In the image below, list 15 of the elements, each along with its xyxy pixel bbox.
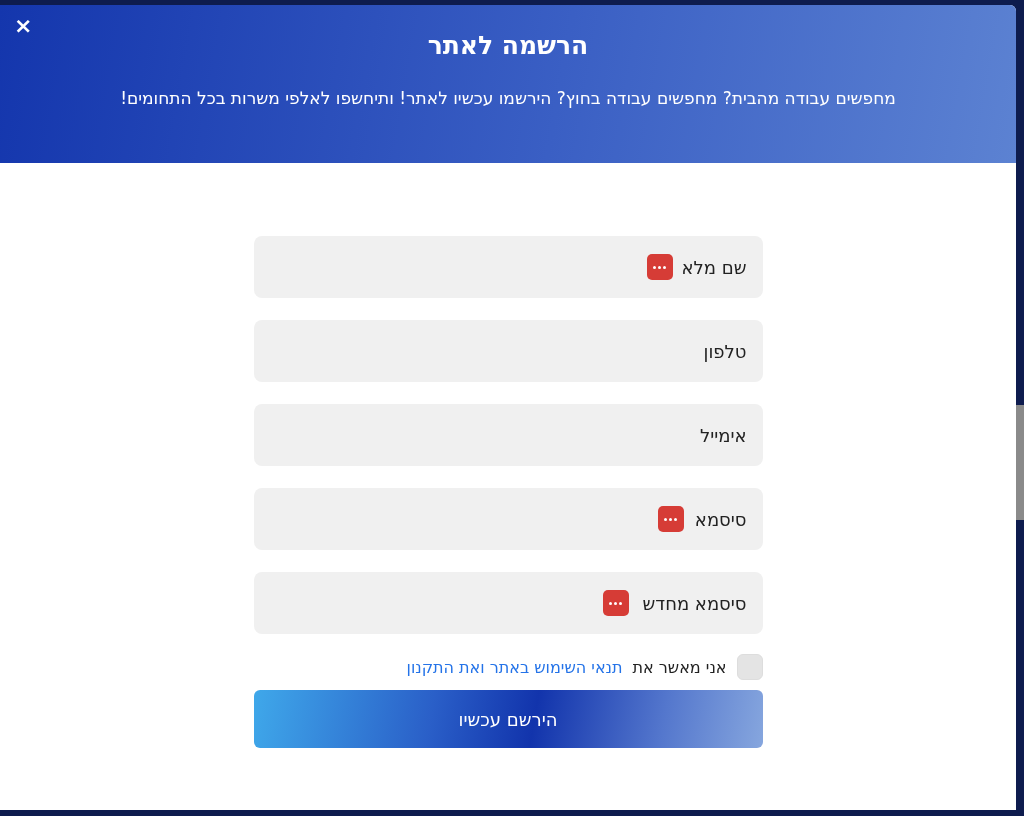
input-field[interactable]: טלפון	[253, 320, 763, 382]
terms-checkbox[interactable]	[736, 654, 763, 680]
input-field[interactable]: סיסמא מחדש	[253, 572, 763, 634]
password-manager-icon[interactable]	[657, 506, 684, 532]
input-field[interactable]: סיסמא	[253, 488, 763, 550]
register-button[interactable]: הירשם עכשיו	[253, 690, 763, 748]
password-manager-icon[interactable]	[602, 590, 629, 616]
terms-label: אני מאשר את	[632, 657, 727, 677]
input-field[interactable]: שם מלא	[253, 236, 763, 298]
dialog-title: הרשמה לאתר	[427, 31, 589, 60]
dialog-subtitle: מחפשים עבודה מהבית? מחפשים עבודה בחוץ? הירשמו עכשיו לאתר! ותיחשפו לאלפי משרות בכל התחומים!	[120, 88, 896, 108]
terms-link[interactable]: תנאי השימוש באתר ואת התקנון	[406, 657, 623, 677]
close-button[interactable]: ×	[10, 13, 37, 39]
input-field[interactable]: אימייל	[253, 404, 763, 466]
password-manager-icon[interactable]	[646, 254, 673, 280]
